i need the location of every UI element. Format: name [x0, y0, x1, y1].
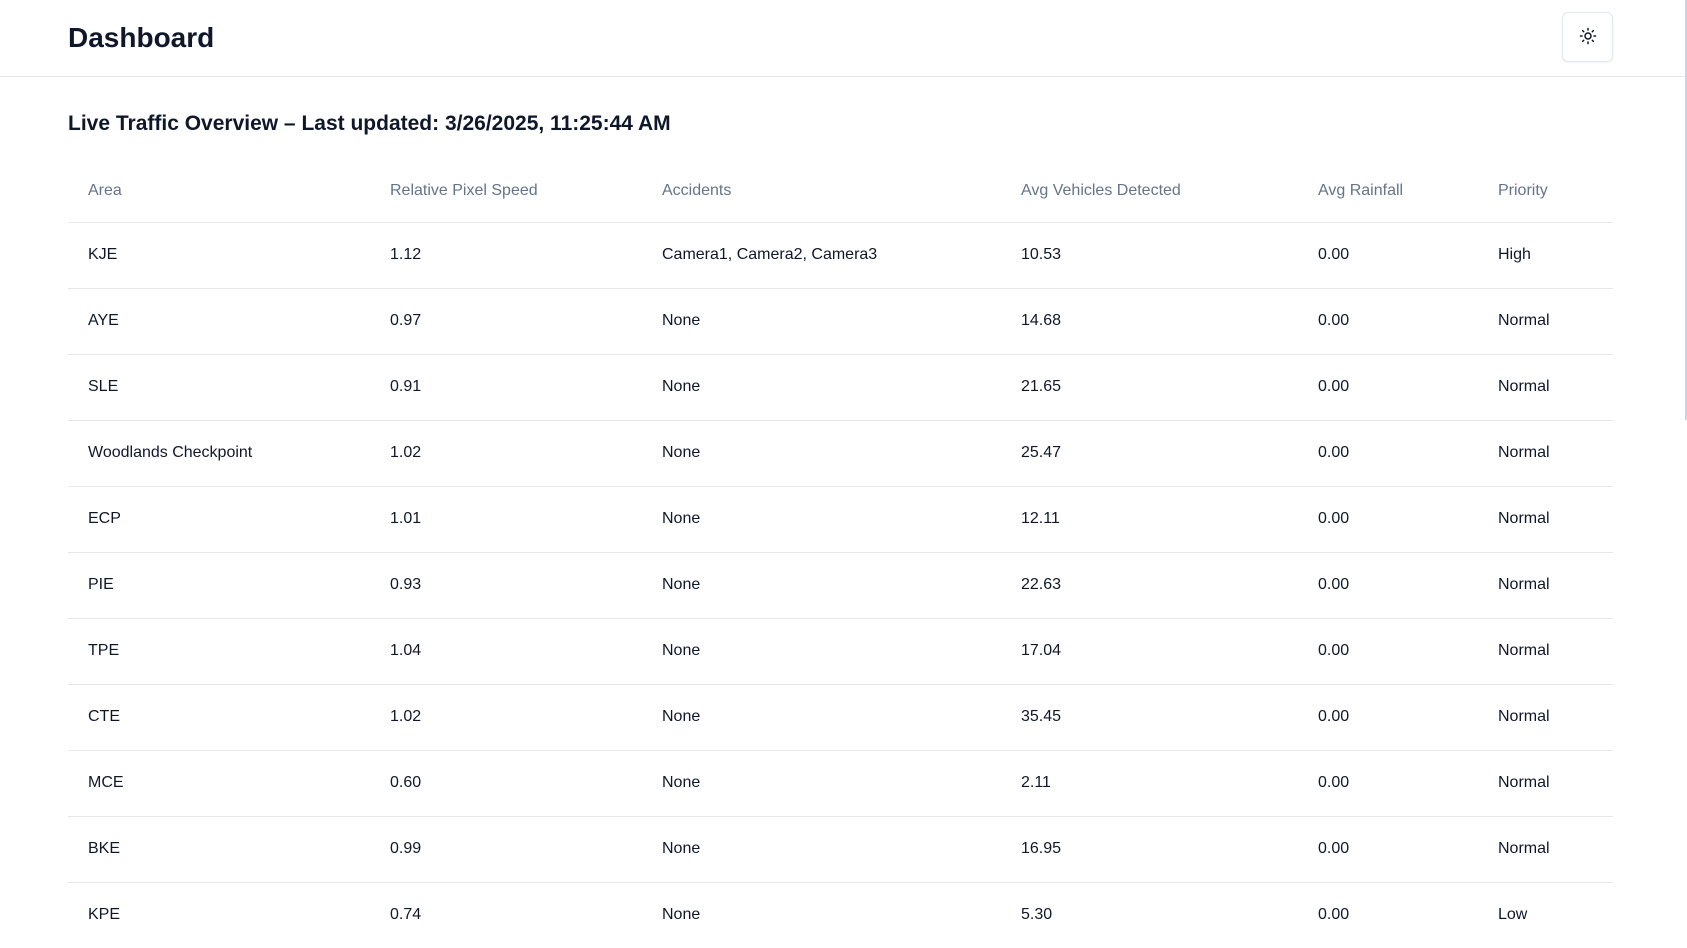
- cell-area: AYE: [68, 288, 370, 355]
- cell-area: SLE: [68, 354, 370, 421]
- cell-speed: 0.93: [370, 552, 642, 619]
- cell-accidents: None: [642, 684, 1001, 751]
- cell-priority: Normal: [1478, 354, 1613, 421]
- table-row: ECP 1.01 None 12.11 0.00 Normal: [68, 486, 1613, 553]
- cell-rainfall: 0.00: [1298, 684, 1478, 751]
- cell-speed: 1.01: [370, 486, 642, 553]
- cell-rainfall: 0.00: [1298, 618, 1478, 685]
- cell-priority: Normal: [1478, 420, 1613, 487]
- table-row: AYE 0.97 None 14.68 0.00 Normal: [68, 288, 1613, 355]
- app-header: Dashboard: [0, 0, 1687, 77]
- cell-rainfall: 0.00: [1298, 816, 1478, 883]
- cell-speed: 1.12: [370, 222, 642, 289]
- cell-accidents: Camera1, Camera2, Camera3: [642, 222, 1001, 289]
- cell-vehicles: 22.63: [1001, 552, 1298, 619]
- cell-area: TPE: [68, 618, 370, 685]
- cell-area: PIE: [68, 552, 370, 619]
- table-row: KPE 0.74 None 5.30 0.00 Low: [68, 882, 1613, 948]
- cell-accidents: None: [642, 420, 1001, 487]
- cell-speed: 0.99: [370, 816, 642, 883]
- cell-vehicles: 5.30: [1021, 906, 1053, 924]
- cell-priority: Normal: [1478, 552, 1613, 619]
- theme-toggle-button[interactable]: [1562, 12, 1613, 62]
- cell-priority: Low: [1498, 906, 1528, 924]
- cell-rainfall: 0.00: [1298, 420, 1478, 487]
- cell-area: MCE: [68, 750, 370, 817]
- column-header-speed: Relative Pixel Speed: [370, 160, 642, 223]
- column-header-area: Area: [68, 160, 370, 223]
- cell-accidents: None: [642, 354, 1001, 421]
- cell-area: Woodlands Checkpoint: [68, 420, 370, 487]
- cell-vehicles: 14.68: [1001, 288, 1298, 355]
- table-row: PIE 0.93 None 22.63 0.00 Normal: [68, 552, 1613, 619]
- cell-speed: 1.04: [370, 618, 642, 685]
- cell-speed: 0.91: [370, 354, 642, 421]
- cell-priority: Normal: [1478, 816, 1613, 883]
- cell-vehicles: 12.11: [1001, 486, 1298, 553]
- cell-speed: 0.60: [370, 750, 642, 817]
- cell-area: KPE: [88, 906, 121, 924]
- cell-speed: 1.02: [370, 684, 642, 751]
- cell-accidents: None: [642, 816, 1001, 883]
- cell-vehicles: 25.47: [1001, 420, 1298, 487]
- cell-speed: 0.97: [370, 288, 642, 355]
- cell-priority: Normal: [1478, 750, 1613, 817]
- page-title: Dashboard: [68, 22, 215, 53]
- cell-area: CTE: [68, 684, 370, 751]
- cell-accidents: None: [642, 618, 1001, 685]
- table-row: BKE 0.99 None 16.95 0.00 Normal: [68, 816, 1613, 883]
- cell-vehicles: 16.95: [1001, 816, 1298, 883]
- cell-accidents: None: [662, 906, 701, 924]
- section-title: Live Traffic Overview – Last updated: 3/…: [68, 112, 671, 135]
- cell-speed: 1.02: [370, 420, 642, 487]
- column-header-accidents: Accidents: [642, 160, 1001, 223]
- sun-icon: [1579, 27, 1597, 48]
- column-header-rainfall: Avg Rainfall: [1298, 160, 1478, 223]
- cell-vehicles: 17.04: [1001, 618, 1298, 685]
- cell-accidents: None: [642, 486, 1001, 553]
- cell-vehicles: 10.53: [1001, 222, 1298, 289]
- cell-area: BKE: [68, 816, 370, 883]
- cell-priority: Normal: [1478, 618, 1613, 685]
- cell-rainfall: 0.00: [1298, 354, 1478, 421]
- cell-accidents: None: [642, 288, 1001, 355]
- cell-vehicles: 2.11: [1001, 750, 1298, 817]
- table-row: CTE 1.02 None 35.45 0.00 Normal: [68, 684, 1613, 751]
- cell-accidents: None: [642, 552, 1001, 619]
- cell-priority: Normal: [1478, 684, 1613, 751]
- cell-rainfall: 0.00: [1298, 222, 1478, 289]
- column-header-priority: Priority: [1478, 160, 1613, 223]
- table-row: TPE 1.04 None 17.04 0.00 Normal: [68, 618, 1613, 685]
- cell-rainfall: 0.00: [1318, 906, 1350, 924]
- table-row: SLE 0.91 None 21.65 0.00 Normal: [68, 354, 1613, 421]
- cell-area: KJE: [68, 222, 370, 289]
- cell-priority: Normal: [1478, 288, 1613, 355]
- column-header-vehicles: Avg Vehicles Detected: [1001, 160, 1298, 223]
- cell-priority: High: [1478, 222, 1613, 289]
- cell-priority: Normal: [1478, 486, 1613, 553]
- cell-vehicles: 35.45: [1001, 684, 1298, 751]
- cell-rainfall: 0.00: [1298, 288, 1478, 355]
- cell-area: ECP: [68, 486, 370, 553]
- cell-rainfall: 0.00: [1298, 552, 1478, 619]
- cell-rainfall: 0.00: [1298, 750, 1478, 817]
- traffic-table: Area Relative Pixel Speed Accidents Avg …: [68, 160, 1613, 948]
- table-row: MCE 0.60 None 2.11 0.00 Normal: [68, 750, 1613, 817]
- cell-rainfall: 0.00: [1298, 486, 1478, 553]
- cell-speed: 0.74: [390, 906, 422, 924]
- table-row: Woodlands Checkpoint 1.02 None 25.47 0.0…: [68, 420, 1613, 487]
- table-row: KJE 1.12 Camera1, Camera2, Camera3 10.53…: [68, 222, 1613, 289]
- cell-accidents: None: [642, 750, 1001, 817]
- cell-vehicles: 21.65: [1001, 354, 1298, 421]
- table-header-row: Area Relative Pixel Speed Accidents Avg …: [68, 160, 1613, 223]
